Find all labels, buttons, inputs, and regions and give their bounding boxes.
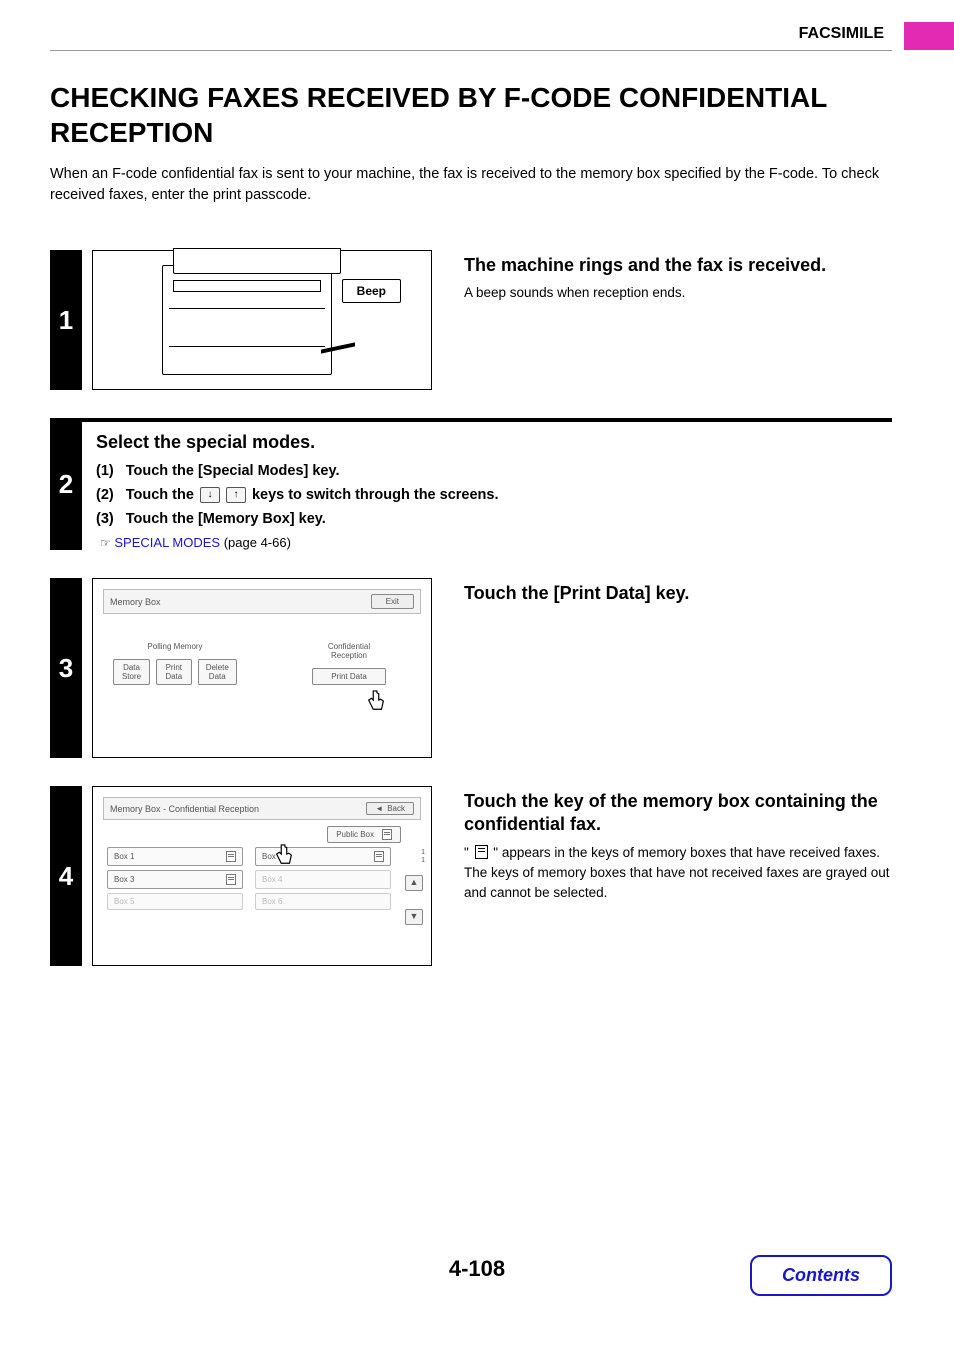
step3-heading: Touch the [Print Data] key.: [464, 582, 892, 605]
document-icon: [226, 874, 236, 885]
delete-data-button[interactable]: Delete Data: [198, 659, 237, 685]
touch-cursor-icon: [365, 689, 387, 713]
step-number: 3: [50, 578, 82, 758]
step-3: 3 Memory Box Exit Polling Memory Data St…: [50, 578, 892, 758]
cross-reference: ☞ SPECIAL MODES (page 4-66): [96, 535, 892, 550]
document-icon: [226, 851, 236, 862]
special-modes-link[interactable]: SPECIAL MODES: [114, 535, 220, 550]
page-title: CHECKING FAXES RECEIVED BY F-CODE CONFID…: [50, 80, 892, 150]
document-icon: [382, 829, 392, 840]
pointer-icon: ☞: [100, 536, 111, 550]
step-number: 2: [50, 418, 82, 550]
box-6-button: Box 6: [255, 893, 391, 910]
box-1-button[interactable]: Box 1: [107, 847, 243, 866]
step2-rule: [81, 418, 892, 422]
confidential-reception-screen: Memory Box - Confidential Reception ◄ Ba…: [92, 786, 432, 966]
step2-item-2: (2) Touch the ↓ ↑ keys to switch through…: [96, 487, 892, 503]
step4-heading: Touch the key of the memory box containi…: [464, 790, 892, 837]
box-2-button[interactable]: Box 2: [255, 847, 391, 866]
step1-body: A beep sounds when reception ends.: [464, 283, 892, 303]
step-2: 2 Select the special modes. (1) Touch th…: [50, 418, 892, 550]
page-indicator: 1 1: [421, 849, 425, 866]
exit-button[interactable]: Exit: [371, 594, 414, 609]
screen-title: Memory Box: [110, 597, 161, 607]
step1-heading: The machine rings and the fax is receive…: [464, 254, 892, 277]
step-4: 4 Memory Box - Confidential Reception ◄ …: [50, 786, 892, 966]
down-key-icon: ↓: [200, 487, 220, 503]
contents-button[interactable]: Contents: [750, 1255, 892, 1296]
step2-heading: Select the special modes.: [96, 432, 892, 453]
step4-body: " " appears in the keys of memory boxes …: [464, 843, 892, 904]
document-icon: [374, 851, 384, 862]
step-number: 1: [50, 250, 82, 390]
intro-text: When an F-code confidential fax is sent …: [50, 164, 892, 206]
box-4-button: Box 4: [255, 870, 391, 889]
up-key-icon: ↑: [226, 487, 246, 503]
printer-illustration: Beep: [92, 250, 432, 390]
scroll-down-button[interactable]: ▼: [405, 909, 423, 925]
memory-box-screen: Memory Box Exit Polling Memory Data Stor…: [92, 578, 432, 758]
print-data-button-confidential[interactable]: Print Data: [312, 668, 386, 685]
step-1: 1 Beep The machine rings and the fax is …: [50, 250, 892, 390]
print-data-button[interactable]: Print Data: [156, 659, 191, 685]
top-rule: [50, 50, 892, 51]
beep-label: Beep: [342, 279, 401, 303]
back-arrow-icon: ◄: [375, 804, 383, 813]
box-5-button: Box 5: [107, 893, 243, 910]
step-number: 4: [50, 786, 82, 966]
data-store-button[interactable]: Data Store: [113, 659, 150, 685]
step2-item-3: (3) Touch the [Memory Box] key.: [96, 511, 892, 527]
scroll-up-button[interactable]: ▲: [405, 875, 423, 891]
document-icon: [475, 845, 488, 859]
color-tab: [904, 22, 954, 50]
printer-icon: [162, 265, 332, 375]
back-button[interactable]: ◄ Back: [366, 802, 414, 815]
box-3-button[interactable]: Box 3: [107, 870, 243, 889]
step2-item-1: (1) Touch the [Special Modes] key.: [96, 463, 892, 479]
screen-title: Memory Box - Confidential Reception: [110, 804, 259, 814]
public-box-button[interactable]: Public Box: [327, 826, 401, 843]
section-header: FACSIMILE: [799, 25, 884, 43]
confidential-reception-label: Confidential Reception: [287, 642, 411, 660]
polling-memory-label: Polling Memory: [113, 642, 237, 651]
